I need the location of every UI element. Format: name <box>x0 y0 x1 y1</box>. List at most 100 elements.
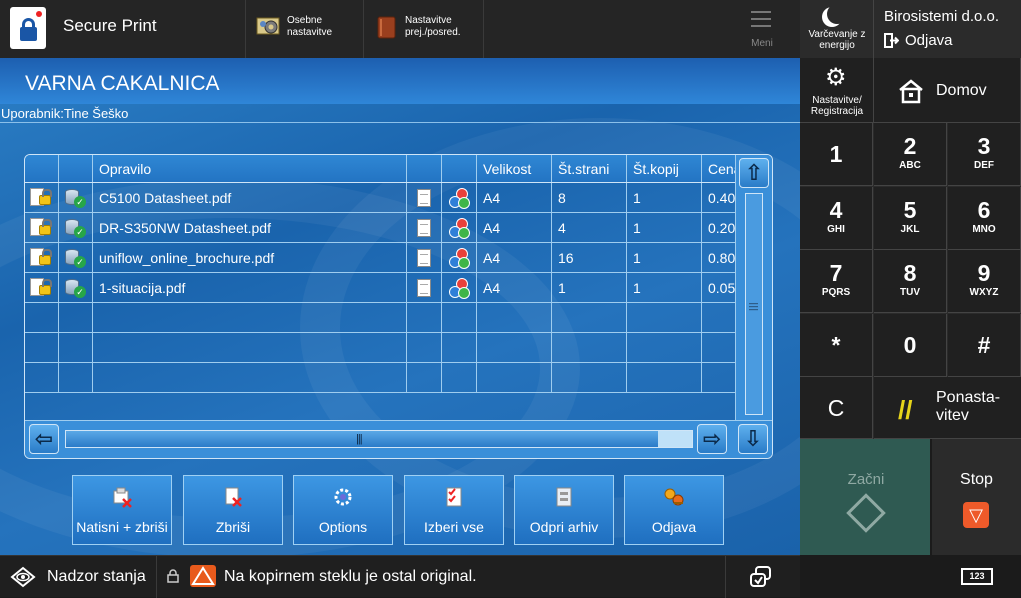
options-button[interactable]: Options <box>293 475 393 545</box>
vertical-scroll-track[interactable]: — — — <box>745 193 763 415</box>
app-tab-secure-print[interactable]: Secure Print <box>0 0 246 58</box>
delete-button[interactable]: Zbriši <box>183 475 283 545</box>
table-row[interactable]: ✓ uniflow_online_brochure.pdf A4 16 1 0.80 <box>25 243 735 273</box>
column-header-size[interactable]: Velikost <box>477 155 552 182</box>
job-status-button[interactable] <box>725 556 800 598</box>
horizontal-scrollbar[interactable]: ⇦ ||| ⇨ ⇩ <box>25 420 772 458</box>
key-digit: 6 <box>977 196 991 223</box>
table-row[interactable]: ✓ 1-situacija.pdf A4 1 1 0.05 <box>25 273 735 303</box>
job-price: 0.05 <box>708 280 735 296</box>
job-copies: 1 <box>627 243 702 272</box>
top-bar: Secure Print Osebne nastavitve Nastavitv… <box>0 0 800 58</box>
empty-cell <box>442 333 477 362</box>
empty-cell <box>25 363 59 392</box>
stop-label: Stop <box>960 471 993 488</box>
key-8[interactable]: 8 TUV <box>874 250 947 313</box>
empty-cell <box>552 333 627 362</box>
stored-cell: ✓ <box>59 243 93 272</box>
key-letters: JKL <box>900 223 920 235</box>
column-header-pages[interactable]: Št.strani <box>552 155 627 182</box>
key-digit: 1 <box>829 141 843 167</box>
logout-action-button[interactable]: Odjava <box>624 475 724 545</box>
key-9[interactable]: 9 WXYZ <box>948 250 1021 313</box>
job-pages: 4 <box>552 213 627 242</box>
key-6[interactable]: 6 MNO <box>948 186 1021 250</box>
key-5[interactable]: 5 JKL <box>874 186 947 250</box>
color-print-icon <box>447 248 471 270</box>
table-row[interactable]: ✓ C5100 Datasheet.pdf A4 8 1 0.40 <box>25 183 735 213</box>
settings-registration-button[interactable]: ⚙ Nastavitve/ Registracija <box>800 58 874 123</box>
print-delete-button[interactable]: Natisni + zbriši <box>72 475 172 545</box>
empty-cell <box>407 333 442 362</box>
key-7[interactable]: 7 PQRS <box>800 250 873 313</box>
key-digit: 2 <box>903 133 917 159</box>
scroll-up-button[interactable]: ⇧ <box>739 158 769 188</box>
color-print-icon <box>447 218 471 240</box>
logout-label: Odjava <box>905 32 953 49</box>
favorite-personal-settings-button[interactable]: Osebne nastavitve <box>246 0 364 58</box>
gear-icon: ⚙ <box>825 64 847 91</box>
scroll-left-button[interactable]: ⇦ <box>29 424 59 454</box>
page-title: VARNA CAKALNICA <box>25 72 220 95</box>
page-cell <box>407 273 442 302</box>
energy-saver-button[interactable]: Varčevanje z energijo <box>800 0 874 58</box>
empty-cell <box>407 303 442 332</box>
job-copies: 1 <box>627 273 702 302</box>
open-archive-button[interactable]: Odpri arhiv <box>514 475 614 545</box>
key-1[interactable]: 1 <box>800 123 873 186</box>
stop-button[interactable]: Stop ▽ <box>932 439 1021 555</box>
stored-job-icon: ✓ <box>65 218 89 238</box>
clear-key[interactable]: C <box>800 377 873 439</box>
key-digit: * <box>831 331 841 358</box>
color-cell <box>442 183 477 212</box>
select-all-button[interactable]: Izberi vse <box>404 475 504 545</box>
key-star[interactable]: * <box>800 313 873 377</box>
empty-cell <box>627 363 702 392</box>
favorite-label: Osebne nastavitve <box>287 15 333 38</box>
column-header-copies[interactable]: Št.kopij <box>627 155 702 182</box>
horizontal-scroll-track[interactable]: ||| <box>65 430 693 448</box>
status-monitor-button[interactable]: Nadzor stanja <box>0 556 157 598</box>
key-digit: 9 <box>977 260 991 286</box>
horizontal-scroll-thumb[interactable]: ||| <box>66 431 658 447</box>
empty-cell <box>93 303 407 332</box>
stored-cell: ✓ <box>59 213 93 242</box>
empty-cell <box>702 333 735 362</box>
column-header[interactable] <box>407 155 442 182</box>
clear-key-label: C <box>827 395 845 421</box>
key-letters: WXYZ <box>969 287 999 298</box>
logout-button[interactable]: Odjava <box>884 32 953 49</box>
key-4[interactable]: 4 GHI <box>800 186 873 250</box>
title-band: VARNA CAKALNICA <box>0 58 800 104</box>
key-digit: 8 <box>903 260 917 286</box>
table-row[interactable]: ✓ DR-S350NW Datasheet.pdf A4 4 1 0.20 <box>25 213 735 243</box>
key-digit: 4 <box>829 196 843 223</box>
key-hash[interactable]: # <box>948 313 1021 377</box>
scroll-right-button[interactable]: ⇨ <box>697 424 727 454</box>
column-header[interactable] <box>25 155 59 182</box>
job-name: C5100 Datasheet.pdf <box>93 183 407 212</box>
column-header-job[interactable]: Opravilo <box>93 155 407 182</box>
vertical-scrollbar[interactable]: ⇧ — — — <box>735 155 772 420</box>
job-name: DR-S350NW Datasheet.pdf <box>93 213 407 242</box>
key-2[interactable]: 2 ABC <box>874 123 947 186</box>
job-copies: 1 <box>627 213 702 242</box>
key-3[interactable]: 3 DEF <box>948 123 1021 186</box>
user-line: Uporabnik:Tine Šeško <box>0 104 800 123</box>
empty-cell <box>702 303 735 332</box>
action-label: Izberi vse <box>424 519 484 535</box>
single-sided-icon <box>417 279 431 297</box>
column-header-price[interactable]: Cena <box>702 155 735 182</box>
column-header[interactable] <box>442 155 477 182</box>
home-button[interactable]: Domov <box>874 58 1021 123</box>
scroll-down-button[interactable]: ⇩ <box>738 424 768 454</box>
reset-button[interactable]: // Ponasta- vitev <box>874 377 1021 439</box>
menu-button[interactable]: Meni <box>724 0 800 58</box>
column-header[interactable] <box>59 155 93 182</box>
favorite-transfer-settings-button[interactable]: Nastavitve prej./posred. <box>364 0 484 58</box>
key-0[interactable]: 0 <box>874 313 947 377</box>
keyboard-toggle-icon[interactable]: 123 <box>961 568 993 585</box>
start-button[interactable]: Začni <box>800 439 932 555</box>
home-icon <box>899 79 923 104</box>
empty-cell <box>477 363 552 392</box>
